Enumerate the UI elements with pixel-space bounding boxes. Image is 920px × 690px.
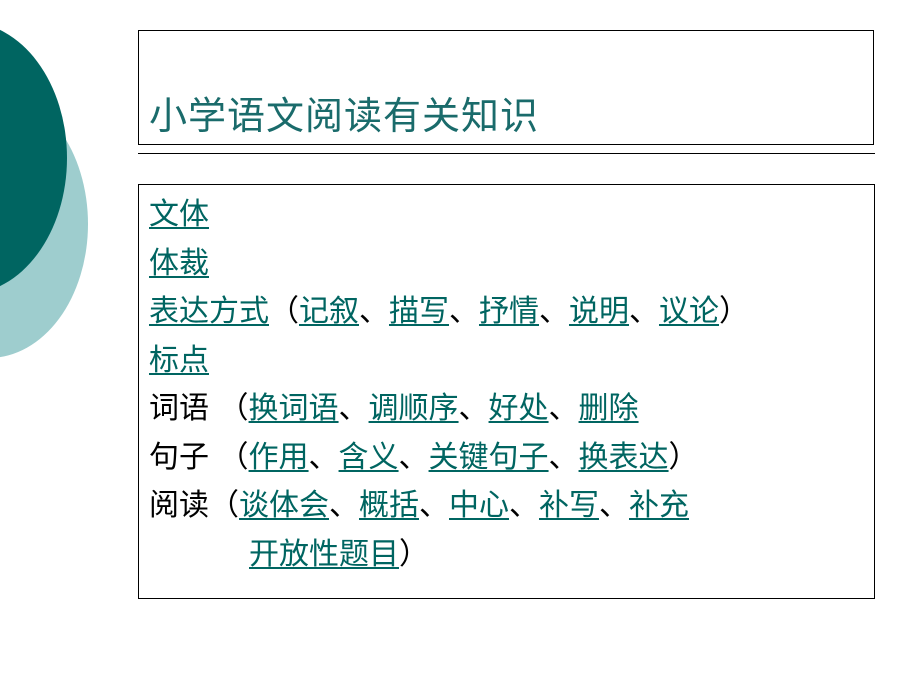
separator: 、	[629, 294, 659, 329]
link-biaodafangshi[interactable]: 表达方式	[149, 294, 269, 329]
sub-link[interactable]: 含义	[339, 440, 399, 475]
paren-open: （	[269, 294, 299, 329]
sub-links: 谈体会、概括、中心、补写、补充	[239, 488, 689, 523]
paren-close: ）	[719, 294, 749, 329]
slide-title: 小学语文阅读有关知识	[149, 94, 540, 138]
separator: 、	[539, 294, 569, 329]
label-juzi: 句子	[149, 439, 209, 475]
sub-link[interactable]: 开放性题目	[249, 537, 399, 572]
line-yuedu-cont: 开放性题目）	[149, 531, 874, 580]
separator: 、	[359, 294, 389, 329]
separator: 、	[308, 439, 339, 475]
line-yuedu: 阅读（谈体会、概括、中心、补写、补充	[149, 482, 874, 531]
separator: 、	[548, 439, 579, 475]
separator: 、	[329, 488, 359, 523]
paren-open: （	[209, 439, 249, 475]
link-biaodian[interactable]: 标点	[149, 343, 209, 378]
paren-open: （	[209, 391, 249, 426]
sub-links: 作用、含义、关键句子、换表达	[249, 440, 669, 475]
line-ticai: 体裁	[149, 240, 874, 289]
sub-link[interactable]: 概括	[359, 488, 419, 523]
link-wenti[interactable]: 文体	[149, 197, 209, 232]
separator: 、	[338, 391, 369, 426]
label-ciyu: 词语	[149, 391, 209, 426]
sub-link[interactable]: 作用	[249, 440, 309, 475]
sub-link[interactable]: 说明	[569, 294, 629, 329]
sub-link[interactable]: 好处	[489, 391, 549, 426]
sub-link[interactable]: 描写	[389, 294, 449, 329]
sub-links: 换词语、调顺序、好处、删除	[249, 391, 639, 426]
separator: 、	[548, 391, 579, 426]
title-placeholder: 小学语文阅读有关知识	[138, 30, 874, 145]
sub-links: 记叙、描写、抒情、说明、议论	[299, 294, 719, 329]
line-ciyu: 词语 （换词语、调顺序、好处、删除	[149, 385, 874, 434]
sub-link[interactable]: 议论	[659, 294, 719, 329]
link-ticai[interactable]: 体裁	[149, 246, 209, 281]
content-placeholder: 文体 体裁 表达方式（记叙、描写、抒情、说明、议论） 标点 词语 （换词语、调顺…	[138, 184, 875, 599]
separator: 、	[458, 391, 489, 426]
separator: 、	[419, 488, 449, 523]
line-biaoda: 表达方式（记叙、描写、抒情、说明、议论）	[149, 288, 874, 337]
line-juzi: 句子 （作用、含义、关键句子、换表达）	[149, 434, 874, 483]
sub-link[interactable]: 抒情	[479, 294, 539, 329]
sub-link[interactable]: 补充	[629, 488, 689, 523]
sub-link[interactable]: 补写	[539, 488, 599, 523]
sub-link[interactable]: 删除	[579, 391, 639, 426]
sub-link[interactable]: 换表达	[579, 440, 669, 475]
title-divider	[138, 153, 875, 154]
paren-open: （	[209, 488, 239, 523]
paren-close: ）	[668, 439, 699, 475]
line-biaodian: 标点	[149, 337, 874, 386]
label-yuedu: 阅读	[149, 488, 209, 523]
sub-link[interactable]: 换词语	[249, 391, 339, 426]
sub-link[interactable]: 中心	[449, 488, 509, 523]
sub-link[interactable]: 关键句子	[429, 440, 549, 475]
sub-link[interactable]: 谈体会	[239, 488, 329, 523]
line-wenti: 文体	[149, 191, 874, 240]
sub-link[interactable]: 调顺序	[369, 391, 459, 426]
separator: 、	[398, 439, 429, 475]
separator: 、	[449, 294, 479, 329]
paren-close: ）	[399, 536, 429, 572]
sub-link[interactable]: 记叙	[299, 294, 359, 329]
separator: 、	[509, 488, 539, 523]
sub-links: 开放性题目	[249, 537, 399, 572]
separator: 、	[599, 488, 629, 523]
